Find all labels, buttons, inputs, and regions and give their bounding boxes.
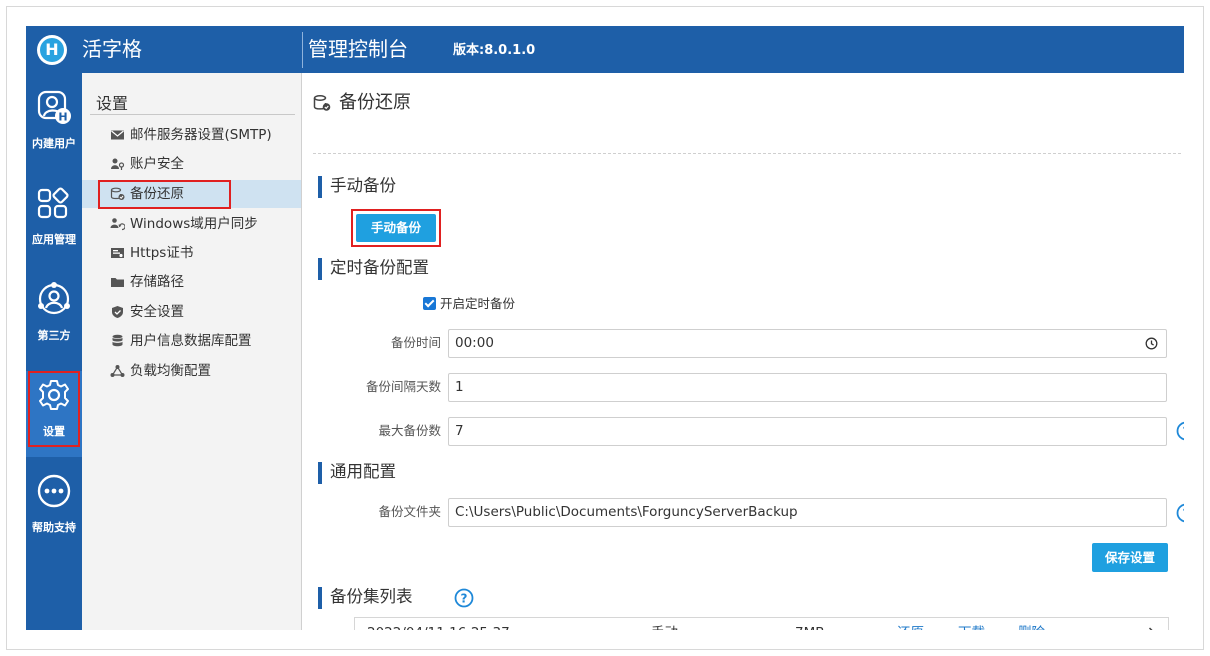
backup-type: 手动: [651, 618, 678, 630]
icon-nav: H 内建用户 应用管理 第三方 设置 帮助支持: [26, 73, 82, 630]
menu-item-smtp[interactable]: 邮件服务器设置(SMTP): [82, 121, 301, 149]
backup-interval-input[interactable]: 1: [448, 373, 1167, 402]
user-key-icon: [111, 158, 125, 170]
clock-icon[interactable]: [1145, 337, 1158, 350]
section-manual-backup: 手动备份: [318, 176, 396, 198]
top-header: H 活字格 管理控制台 版本:8.0.1.0: [26, 26, 1184, 73]
manual-backup-button[interactable]: 手动备份: [356, 214, 436, 242]
help-icon[interactable]: ?: [1176, 421, 1184, 441]
restore-link[interactable]: 还原: [897, 618, 924, 630]
backup-icon: [313, 95, 331, 111]
menu-item-storage-path[interactable]: 存储路径: [82, 268, 301, 296]
svg-text:?: ?: [461, 592, 468, 606]
backup-size: 7MB: [795, 618, 825, 630]
section-scheduled-backup: 定时备份配置: [318, 258, 429, 280]
backup-list-table: 2022/04/11 16:25:37 手动 7MB 还原 下载 删除: [354, 617, 1169, 630]
apps-grid-icon: [37, 187, 69, 219]
menu-item-account-security[interactable]: 账户安全: [82, 150, 301, 178]
menu-item-windows-domain-sync[interactable]: Windows域用户同步: [82, 210, 301, 238]
save-settings-button[interactable]: 保存设置: [1092, 543, 1168, 572]
enable-scheduled-checkbox[interactable]: [423, 297, 436, 310]
chevron-right-icon[interactable]: [1146, 627, 1158, 630]
download-link[interactable]: 下载: [958, 618, 985, 630]
backup-icon: [110, 187, 125, 200]
third-party-icon: [38, 282, 70, 315]
backup-folder-input[interactable]: C:\Users\Public\Documents\ForguncyServer…: [448, 498, 1167, 527]
menu-item-security-settings[interactable]: 安全设置: [82, 298, 301, 326]
menu-item-load-balance[interactable]: 负载均衡配置: [82, 357, 301, 385]
folder-icon: [111, 278, 124, 287]
backup-time-input[interactable]: 00:00: [448, 329, 1167, 358]
menu-item-https-cert[interactable]: Https证书: [82, 239, 301, 267]
settings-menu-title: 设置: [96, 94, 129, 113]
certificate-icon: [111, 248, 124, 258]
max-backups-input[interactable]: 7: [448, 417, 1167, 446]
backup-folder-label: 备份文件夹: [378, 504, 441, 519]
nav-builtin-users[interactable]: H 内建用户: [26, 83, 82, 169]
svg-text:?: ?: [1183, 425, 1184, 439]
backup-interval-label: 备份间隔天数: [365, 379, 441, 394]
app-logo-icon: H: [37, 35, 67, 65]
settings-menu-divider: [90, 114, 295, 115]
mail-icon: [111, 130, 124, 140]
delete-link[interactable]: 删除: [1018, 618, 1045, 630]
more-dots-icon: [37, 474, 71, 508]
backup-datetime: 2022/04/11 16:25:37: [367, 618, 510, 630]
svg-text:?: ?: [1183, 507, 1184, 521]
max-backups-label: 最大备份数: [378, 423, 441, 438]
section-general-config: 通用配置: [318, 462, 396, 484]
menu-item-backup-restore[interactable]: 备份还原: [82, 180, 301, 209]
nav-app-management[interactable]: 应用管理: [26, 179, 82, 265]
main-content: 备份还原 手动备份 手动备份 定时备份配置 开启定时备份 备份时间 00:00 …: [303, 73, 1184, 630]
settings-menu: 设置 邮件服务器设置(SMTP) 账户安全 备份还原 Windows域用户同步 …: [82, 73, 302, 630]
shield-icon: [112, 306, 123, 318]
nav-settings[interactable]: 设置: [26, 371, 82, 457]
help-icon[interactable]: ?: [454, 588, 474, 608]
nav-third-party[interactable]: 第三方: [26, 275, 82, 361]
title-divider: [313, 153, 1181, 154]
user-badge-icon: H: [37, 90, 71, 124]
header-divider: [302, 32, 303, 68]
database-icon: [112, 334, 123, 347]
page-title: 备份还原: [339, 92, 411, 113]
section-backup-list: 备份集列表: [318, 587, 413, 609]
brand-name: 活字格: [82, 37, 142, 61]
backup-time-label: 备份时间: [390, 335, 441, 350]
menu-item-user-db-config[interactable]: 用户信息数据库配置: [82, 327, 301, 355]
admin-console: H 活字格 管理控制台 版本:8.0.1.0 H 内建用户 应用管理 第三方 设…: [26, 26, 1184, 630]
user-sync-icon: [110, 218, 125, 231]
version-label: 版本:8.0.1.0: [453, 43, 536, 58]
console-title: 管理控制台: [308, 37, 408, 61]
help-icon[interactable]: ?: [1176, 503, 1184, 523]
svg-text:H: H: [58, 111, 67, 124]
nav-help-support[interactable]: 帮助支持: [26, 467, 82, 553]
gear-icon: [39, 380, 69, 410]
network-icon: [110, 365, 125, 377]
